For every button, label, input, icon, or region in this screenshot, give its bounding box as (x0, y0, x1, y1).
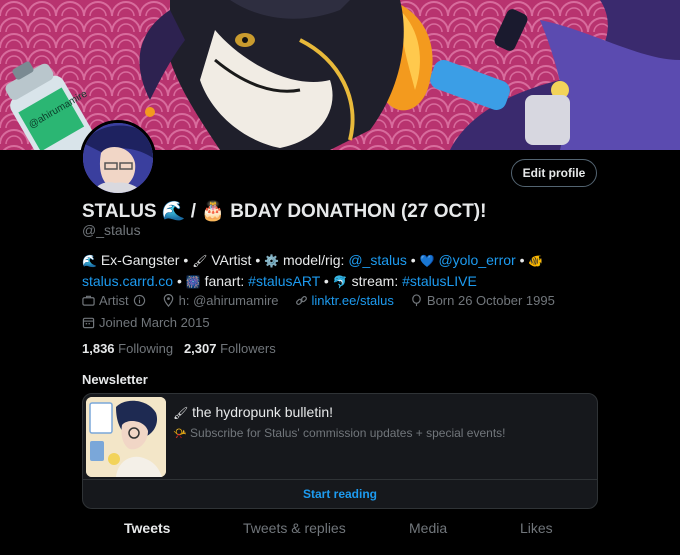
avatar[interactable] (80, 120, 156, 196)
paintbrush-icon: 🖌 (192, 254, 208, 268)
location-icon (163, 294, 173, 307)
tab-likes[interactable]: Likes (520, 520, 553, 536)
profile-meta-row: Artist h: @ahirumamire linktr.ee/stalus … (82, 293, 555, 308)
newsletter-card[interactable]: 🖌 the hydropunk bulletin! 📯 Subscribe fo… (82, 393, 598, 509)
display-name: STALUS 🌊 / 🎂 BDAY DONATHON (27 OCT)! (82, 201, 487, 222)
bio: 🌊 Ex-Gangster • 🖌 VArtist • ⚙️ model/rig… (82, 250, 592, 292)
bio-text: • (519, 252, 525, 268)
tab-tweets[interactable]: Tweets (124, 520, 170, 536)
megaphone-icon: 📯 (173, 428, 187, 440)
followers-count: 2,307 (183, 341, 217, 356)
following-link[interactable]: 1,836 Following (82, 341, 173, 356)
profile-handle: @_stalus (82, 222, 141, 238)
newsletter-section-title: Newsletter (82, 372, 148, 387)
bio-link-stream[interactable]: #stalusLIVE (402, 273, 477, 289)
fish-icon: 🐠 (528, 254, 544, 268)
profile-location: h: @ahirumamire (178, 293, 279, 308)
profile-birthday: Born 26 October 1995 (426, 293, 555, 308)
calendar-icon (82, 317, 95, 329)
start-reading-button[interactable]: Start reading (83, 480, 597, 508)
profile-tabs: Tweets Tweets & replies Media Likes (82, 520, 596, 555)
newsletter-title: 🖌 the hydropunk bulletin! (173, 404, 333, 420)
following-label: Following (118, 341, 174, 356)
bio-link-rig[interactable]: @_stalus (348, 252, 407, 268)
bio-text: stream: (351, 273, 399, 289)
bio-text: • (323, 273, 329, 289)
followers-label: Followers (220, 341, 276, 356)
following-count: 1,836 (82, 341, 115, 356)
profile-category: Artist (99, 293, 129, 308)
wave-icon: 🌊 (82, 254, 97, 268)
heart-icon: 💙 (419, 254, 435, 268)
avatar-image (83, 123, 153, 193)
newsletter-title-text: the hydropunk bulletin! (192, 404, 333, 420)
followers-link[interactable]: 2,307 Followers (184, 341, 276, 356)
dolphin-icon: 🐬 (332, 275, 348, 289)
picture-icon: 🎆 (185, 275, 201, 289)
bio-link-carrd[interactable]: stalus.carrd.co (82, 273, 173, 289)
tab-media[interactable]: Media (409, 520, 447, 536)
tab-tweets-replies[interactable]: Tweets & replies (243, 520, 346, 536)
bio-link-fanart[interactable]: #stalusART (248, 273, 320, 289)
briefcase-icon (82, 295, 95, 306)
newsletter-subtitle: 📯 Subscribe for Stalus' commission updat… (173, 426, 506, 440)
newsletter-thumbnail (86, 397, 166, 477)
paintbrush-icon: 🖌 (173, 406, 189, 420)
bio-text: • (410, 252, 416, 268)
profile-joined: Joined March 2015 (99, 315, 210, 330)
bio-link-yolo[interactable]: @yolo_error (438, 252, 515, 268)
bio-text: fanart: (204, 273, 245, 289)
info-icon[interactable] (133, 294, 146, 307)
bio-text: • (176, 273, 182, 289)
gear-icon: ⚙️ (264, 254, 280, 268)
profile-website-link[interactable]: linktr.ee/stalus (312, 293, 394, 308)
bio-text: Ex-Gangster • (100, 252, 189, 268)
balloon-icon (412, 294, 421, 307)
link-icon (295, 295, 307, 306)
profile-meta-row: Joined March 2015 (82, 315, 210, 330)
bio-text: VArtist • (211, 252, 261, 268)
edit-profile-button[interactable]: Edit profile (511, 159, 597, 187)
bio-text: model/rig: (282, 252, 345, 268)
follow-stats: 1,836 Following 2,307 Followers (82, 341, 276, 356)
newsletter-subtitle-text: Subscribe for Stalus' commission updates… (190, 426, 506, 440)
